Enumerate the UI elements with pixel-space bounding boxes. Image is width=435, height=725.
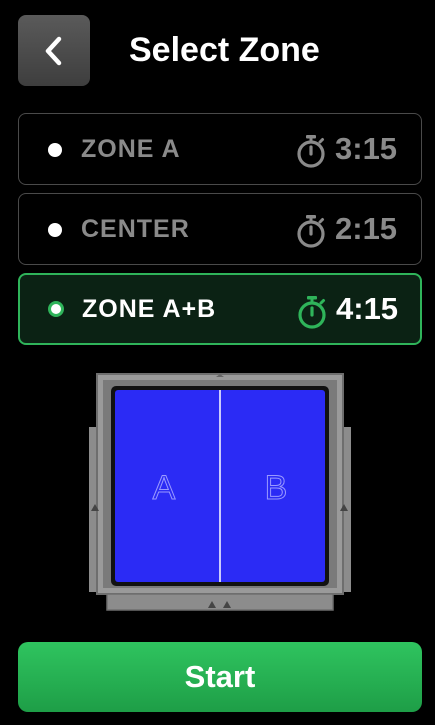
zone-label: ZONE A — [81, 134, 181, 163]
zone-list: ZONE A 3:15 CENTER 2:15 ZONE A+B 4:15 — [18, 113, 422, 353]
zone-option-a-plus-b[interactable]: ZONE A+B 4:15 — [18, 273, 422, 345]
zone-label: ZONE A+B — [82, 294, 217, 323]
zone-diagram: A B — [89, 373, 351, 611]
timer-icon — [297, 135, 325, 168]
start-button[interactable]: Start — [18, 642, 422, 712]
page-title: Select Zone — [129, 31, 320, 69]
chevron-left-icon — [45, 36, 62, 65]
radio-dot — [48, 143, 62, 157]
zone-duration: 2:15 — [335, 211, 398, 246]
back-button[interactable] — [18, 15, 90, 86]
zone-label-b: B — [265, 469, 288, 507]
timer-icon — [298, 296, 326, 329]
zone-duration: 4:15 — [336, 291, 399, 326]
radio-dot-selected — [48, 301, 64, 317]
zone-option-center[interactable]: CENTER 2:15 — [18, 193, 422, 265]
timer-icon — [297, 215, 325, 248]
bottom-tray — [106, 593, 334, 611]
zone-label: CENTER — [81, 214, 190, 243]
zone-label-a: A — [153, 469, 176, 507]
zone-duration: 3:15 — [335, 131, 398, 166]
radio-dot — [48, 223, 62, 237]
zone-option-a[interactable]: ZONE A 3:15 — [18, 113, 422, 185]
